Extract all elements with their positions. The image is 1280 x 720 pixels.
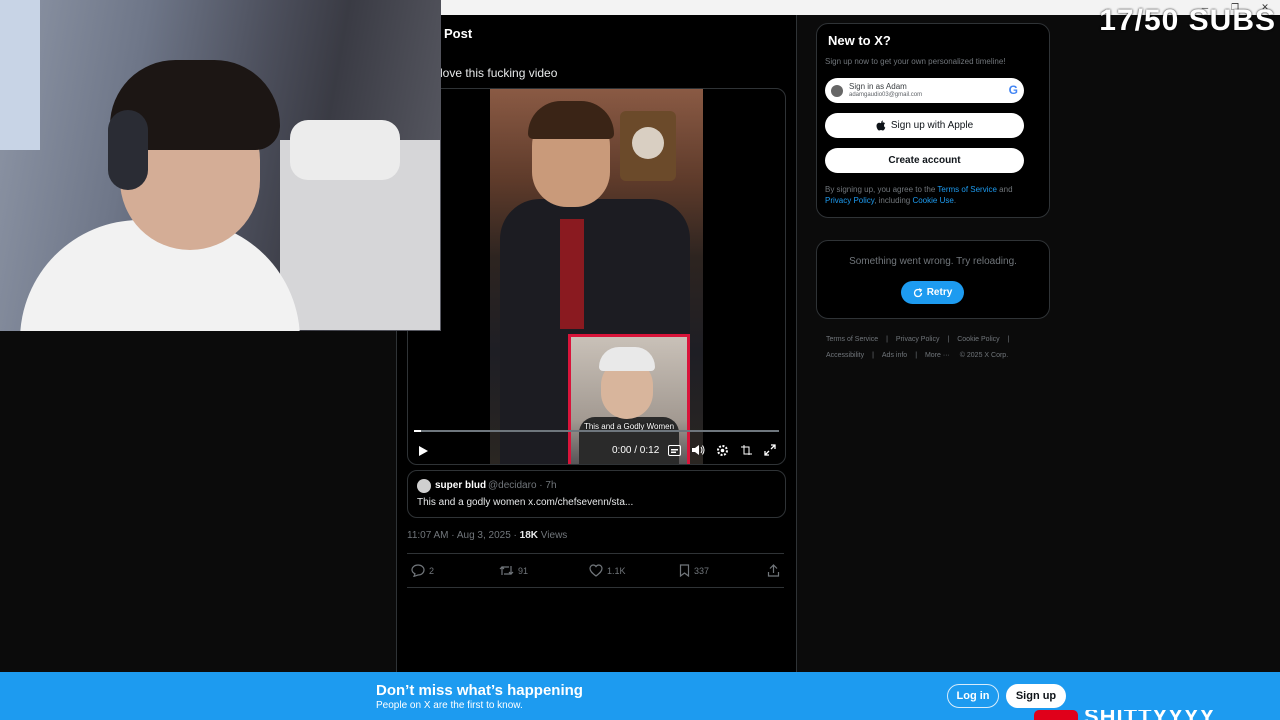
video-wall-phone xyxy=(620,111,676,181)
captions-button[interactable] xyxy=(667,443,681,457)
reply-icon xyxy=(411,564,425,577)
fullscreen-button[interactable] xyxy=(763,443,777,457)
webcam-window xyxy=(0,0,40,150)
error-message: Something went wrong. Try reloading. xyxy=(849,256,1017,267)
youtube-icon xyxy=(1034,710,1078,720)
google-sign-in-button[interactable]: Sign in as Adam adamgaudio03@gmail.com G xyxy=(825,78,1024,103)
video-player[interactable]: This and a Godly Women 0:00 / 0:12 xyxy=(407,88,786,465)
avatar[interactable] xyxy=(417,479,431,493)
headphones-icon xyxy=(108,110,148,190)
volume-icon xyxy=(692,445,705,455)
bookmark-count: 337 xyxy=(694,565,710,576)
footer-cookie-link[interactable]: Cookie Policy xyxy=(957,336,999,343)
share-icon xyxy=(767,564,780,577)
views-count: 18K xyxy=(519,530,539,541)
reply-button[interactable]: 2 xyxy=(411,564,434,577)
bookmark-icon xyxy=(679,564,690,577)
webcam-pillow xyxy=(290,120,400,180)
avatar xyxy=(831,84,843,97)
post-timestamp[interactable]: 11:07 AM · Aug 3, 2025 · xyxy=(407,530,520,541)
share-button[interactable] xyxy=(767,564,780,577)
video-progress-bar[interactable] xyxy=(414,430,779,432)
page-title: Post xyxy=(444,26,473,41)
footer-accessibility-link[interactable]: Accessibility xyxy=(826,352,864,359)
signup-button[interactable]: Sign up xyxy=(1006,684,1066,708)
cookie-use-link[interactable]: Cookie Use xyxy=(912,196,953,205)
footer-copyright: © 2025 X Corp. xyxy=(959,352,1009,359)
subs-counter: 17/50 SUBS xyxy=(1099,4,1276,37)
post-actions: 2 91 1.1K 337 xyxy=(407,553,784,588)
video-person-hair xyxy=(528,101,614,139)
repost-button[interactable]: 91 xyxy=(499,564,528,577)
apple-icon xyxy=(876,120,886,131)
stream-logo-text: SHITTYYYY xyxy=(1084,710,1215,720)
signup-terms: By signing up, you agree to the Terms of… xyxy=(825,184,1035,206)
new-to-x-card: New to X? Sign up now to get your own pe… xyxy=(816,23,1050,218)
repost-count: 91 xyxy=(518,565,529,576)
new-to-x-subtitle: Sign up now to get your own personalized… xyxy=(825,57,1006,66)
captions-icon xyxy=(667,444,681,456)
video-progress-fill xyxy=(414,430,422,432)
google-account-email: adamgaudio03@gmail.com xyxy=(849,91,923,98)
footer-privacy-link[interactable]: Privacy Policy xyxy=(896,336,940,343)
terms-of-service-link[interactable]: Terms of Service xyxy=(937,185,997,194)
apple-sign-up-label: Sign up with Apple xyxy=(890,120,974,131)
play-button[interactable] xyxy=(416,444,430,458)
quote-author-name[interactable]: super blud xyxy=(435,480,486,491)
terms-text: , including xyxy=(874,196,913,205)
play-icon xyxy=(419,446,428,456)
video-time: 0:00 / 0:12 xyxy=(612,445,660,456)
quote-text: This and a godly women x.com/chefsevenn/… xyxy=(417,497,634,508)
terms-text: and xyxy=(996,185,1013,194)
settings-button[interactable] xyxy=(715,443,729,457)
footer-links: Terms of Service | Privacy Policy | Cookie… xyxy=(826,336,1010,359)
google-account-name: Sign in as Adam xyxy=(849,81,907,91)
pip-icon xyxy=(740,444,752,455)
webcam-overlay xyxy=(0,0,441,331)
footer-more-link[interactable]: More ··· xyxy=(925,352,950,359)
refresh-icon xyxy=(913,287,922,297)
repost-icon xyxy=(499,566,514,575)
views-label: Views xyxy=(538,530,568,541)
pip-button[interactable] xyxy=(739,443,753,457)
post-text: love this fucking video xyxy=(440,66,558,80)
bookmark-button[interactable]: 337 xyxy=(679,564,709,577)
create-account-button[interactable]: Create account xyxy=(825,148,1024,173)
privacy-policy-link[interactable]: Privacy Policy xyxy=(825,196,874,205)
gear-icon xyxy=(716,444,728,456)
reply-count: 2 xyxy=(429,565,435,576)
post-meta: 11:07 AM · Aug 3, 2025 · 18K Views xyxy=(407,530,567,541)
google-icon: G xyxy=(1008,83,1018,97)
retry-label: Retry xyxy=(926,287,953,298)
inset-cap xyxy=(599,347,655,371)
banner-subtitle: People on X are the first to know. xyxy=(376,700,523,711)
apple-sign-up-button[interactable]: Sign up with Apple xyxy=(825,113,1024,138)
expand-icon xyxy=(764,444,776,456)
new-to-x-title: New to X? xyxy=(828,33,891,48)
error-card: Something went wrong. Try reloading. Ret… xyxy=(816,240,1050,319)
like-count: 1.1K xyxy=(607,565,626,576)
banner-title: Don’t miss what’s happening xyxy=(376,682,583,699)
volume-button[interactable] xyxy=(691,443,705,457)
stream-logo: SHITTYYYY xyxy=(1034,710,1280,720)
heart-icon xyxy=(589,564,603,577)
footer-terms-link[interactable]: Terms of Service xyxy=(826,336,878,343)
quoted-post[interactable]: super blud @decidaro · 7h This and a god… xyxy=(407,470,786,518)
like-button[interactable]: 1.1K xyxy=(589,564,626,577)
login-button[interactable]: Log in xyxy=(947,684,999,708)
terms-text: . xyxy=(953,196,957,205)
signup-banner: Don’t miss what’s happening People on X … xyxy=(0,672,1280,720)
terms-text: By signing up, you agree to the xyxy=(825,185,938,194)
quote-author-handle: @decidaro · 7h xyxy=(488,480,557,491)
video-person-tie xyxy=(560,219,584,329)
footer-ads-link[interactable]: Ads info xyxy=(882,352,907,359)
retry-button[interactable]: Retry xyxy=(901,281,964,304)
